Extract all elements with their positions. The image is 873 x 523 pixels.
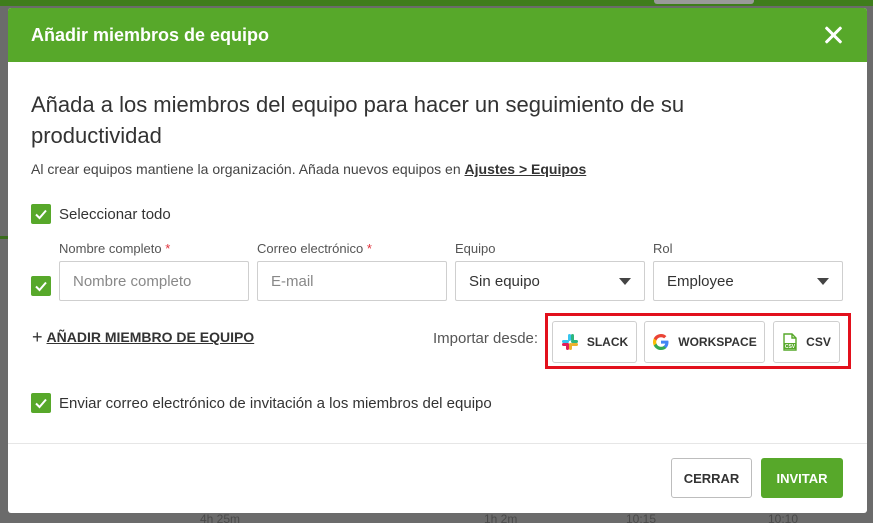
member-row-checkbox[interactable] (31, 276, 51, 296)
close-icon[interactable] (821, 23, 845, 47)
background-accent (0, 236, 8, 239)
background-top-bar (0, 0, 873, 6)
team-settings-link[interactable]: Ajustes > Equipos (465, 161, 587, 177)
chevron-down-icon (817, 277, 829, 285)
full-name-input[interactable]: Nombre completo (59, 261, 249, 301)
modal-footer: CERRAR INVITAR (8, 443, 867, 513)
email-input[interactable]: E-mail (257, 261, 447, 301)
slack-icon (561, 334, 578, 350)
select-all-label: Seleccionar todo (59, 205, 171, 223)
modal-heading: Añada a los miembros del equipo para hac… (31, 92, 685, 148)
full-name-field: Nombre completo * Nombre completo (59, 241, 249, 301)
check-icon (35, 281, 47, 292)
invite-button[interactable]: INVITAR (761, 458, 843, 498)
invite-email-row: Enviar correo electrónico de invitación … (31, 393, 844, 413)
role-label: Rol (653, 241, 673, 256)
modal-subtext: Al crear equipos mantiene la organizació… (31, 161, 844, 177)
csv-label: CSV (806, 335, 831, 349)
email-label: Correo electrónico * (257, 241, 372, 256)
import-highlight-frame: SLACK WORKSPACE CSV CSV (545, 313, 851, 369)
email-placeholder: E-mail (271, 272, 314, 290)
check-icon (35, 209, 47, 220)
csv-file-icon: CSV (783, 333, 797, 351)
add-member-label: AÑADIR MIEMBRO DE EQUIPO (46, 329, 255, 345)
add-member-button[interactable]: + AÑADIR MIEMBRO DE EQUIPO (32, 327, 255, 347)
import-csv-button[interactable]: CSV CSV (773, 321, 840, 363)
select-all-checkbox[interactable] (31, 204, 51, 224)
action-row: + AÑADIR MIEMBRO DE EQUIPO Importar desd… (31, 313, 851, 369)
plus-icon: + (32, 327, 43, 347)
cancel-button[interactable]: CERRAR (671, 458, 752, 498)
subtext-label: Al crear equipos mantiene la organizació… (31, 161, 465, 177)
add-team-members-modal: Añadir miembros de equipo Añada a los mi… (8, 8, 867, 513)
background-time: 10:10 (768, 512, 799, 523)
background-time: 1h 2m (484, 512, 518, 523)
full-name-label: Nombre completo * (59, 241, 171, 256)
email-field: Correo electrónico * E-mail (257, 241, 447, 301)
team-select-value: Sin equipo (469, 272, 540, 290)
svg-text:CSV: CSV (785, 344, 796, 350)
team-select[interactable]: Sin equipo (455, 261, 645, 301)
team-field: Equipo Sin equipo (455, 241, 645, 301)
team-label: Equipo (455, 241, 496, 256)
google-icon (653, 334, 669, 350)
role-select[interactable]: Employee (653, 261, 843, 301)
modal-title: Añadir miembros de equipo (31, 24, 270, 45)
background-button (654, 0, 754, 4)
modal-header: Añadir miembros de equipo (8, 8, 867, 62)
import-slack-button[interactable]: SLACK (552, 321, 637, 363)
import-workspace-button[interactable]: WORKSPACE (644, 321, 765, 363)
role-select-value: Employee (667, 272, 734, 290)
slack-label: SLACK (586, 335, 629, 349)
invite-email-label: Enviar correo electrónico de invitación … (59, 394, 492, 412)
check-icon (35, 398, 47, 409)
background-time: 4h 25m (200, 512, 241, 523)
full-name-placeholder: Nombre completo (73, 272, 192, 290)
select-all-row: Seleccionar todo (31, 204, 844, 224)
import-from-label: Importar desde: (433, 330, 539, 347)
background-time: 10:15 (626, 512, 657, 523)
chevron-down-icon (619, 277, 631, 285)
modal-body: Añada a los miembros del equipo para hac… (8, 89, 867, 413)
member-form-row: Nombre completo * Nombre completo Correo… (31, 241, 844, 317)
role-field: Rol Employee (653, 241, 843, 301)
invite-email-checkbox[interactable] (31, 393, 51, 413)
workspace-label: WORKSPACE (678, 335, 757, 349)
